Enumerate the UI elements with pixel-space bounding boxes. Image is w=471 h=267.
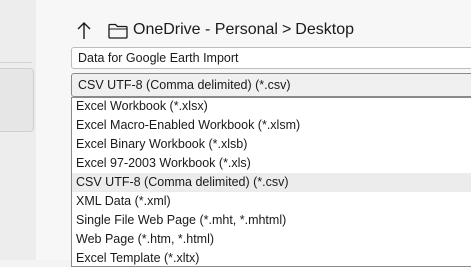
breadcrumb-location[interactable]: OneDrive - Personal xyxy=(133,21,278,38)
dropdown-option[interactable]: Excel Template (*.xltx) xyxy=(72,249,471,266)
save-as-type-dropdown: Excel Workbook (*.xlsx) Excel Macro-Enab… xyxy=(71,97,471,267)
navigation-pane xyxy=(0,0,37,260)
dropdown-option[interactable]: XML Data (*.xml) xyxy=(72,192,471,211)
dropdown-option[interactable]: Web Page (*.htm, *.html) xyxy=(72,230,471,249)
breadcrumb-folder[interactable]: Desktop xyxy=(295,21,354,38)
dropdown-list: Excel Workbook (*.xlsx) Excel Macro-Enab… xyxy=(72,98,471,266)
nav-divider xyxy=(0,62,32,63)
breadcrumb-separator: > xyxy=(281,21,292,38)
nav-selected-item[interactable] xyxy=(0,68,34,132)
dropdown-option[interactable]: Single File Web Page (*.mht, *.mhtml) xyxy=(72,211,471,230)
dropdown-option[interactable]: Excel Binary Workbook (*.xlsb) xyxy=(72,135,471,154)
dropdown-option-selected[interactable]: CSV UTF-8 (Comma delimited) (*.csv) xyxy=(72,173,471,192)
save-as-type-select[interactable]: CSV UTF-8 (Comma delimited) (*.csv) xyxy=(71,73,471,97)
up-arrow-icon[interactable] xyxy=(76,22,92,40)
file-name-input[interactable]: Data for Google Earth Import xyxy=(71,47,471,69)
breadcrumb[interactable]: OneDrive - Personal > Desktop xyxy=(133,21,354,39)
dropdown-option[interactable]: Excel Macro-Enabled Workbook (*.xlsm) xyxy=(72,116,471,135)
dropdown-option[interactable]: Excel 97-2003 Workbook (*.xls) xyxy=(72,154,471,173)
folder-icon xyxy=(108,23,128,39)
dropdown-option[interactable]: Excel Workbook (*.xlsx) xyxy=(72,98,471,116)
